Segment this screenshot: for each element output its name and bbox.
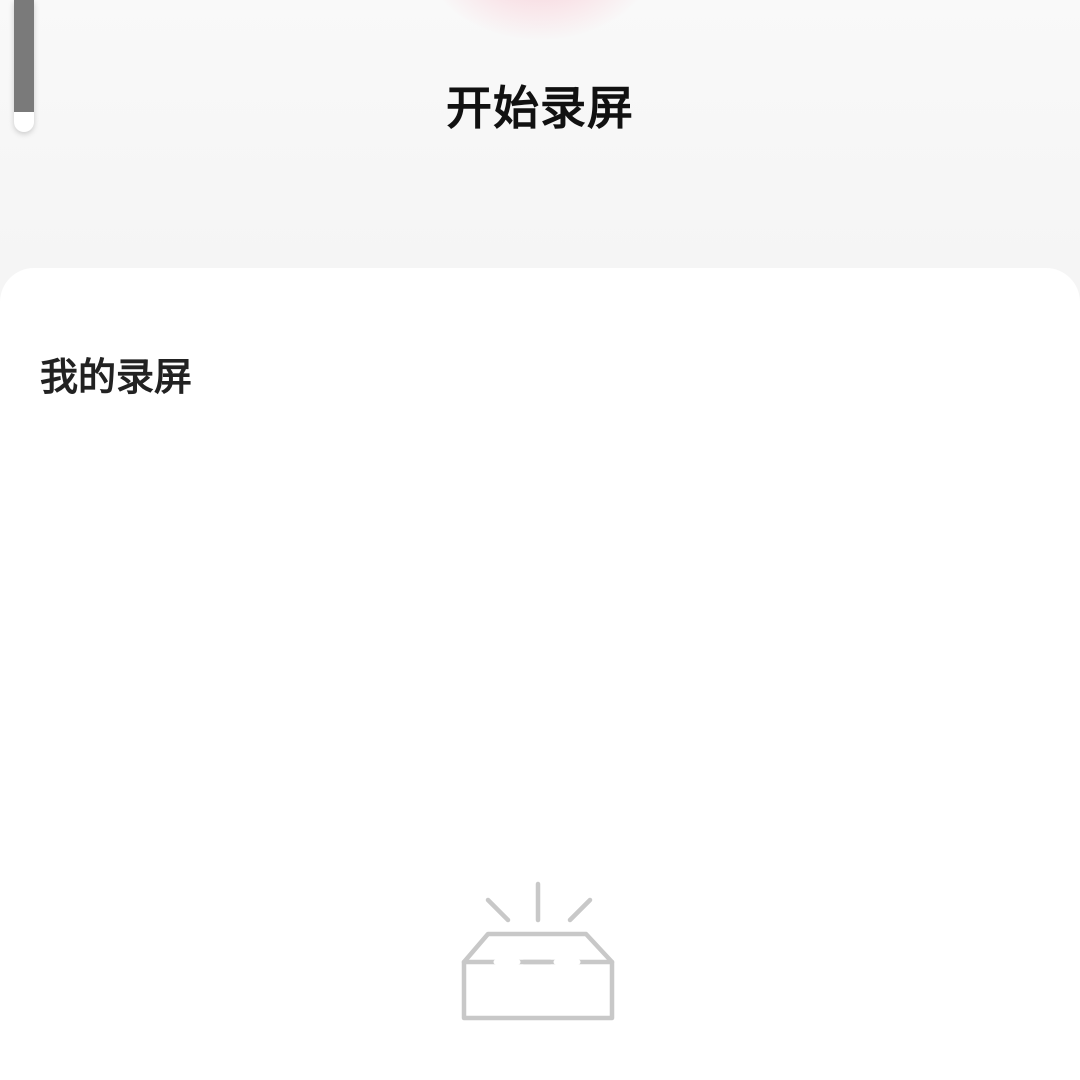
screen-recorder-page: 开始录屏 我的录屏 bbox=[0, 0, 1080, 1080]
record-button-icon[interactable] bbox=[420, 0, 660, 40]
start-recording-button[interactable]: 开始录屏 bbox=[0, 78, 1080, 138]
empty-box-icon bbox=[456, 880, 620, 1024]
my-recordings-panel: 我的录屏 bbox=[0, 268, 1080, 1080]
my-recordings-heading: 我的录屏 bbox=[40, 355, 193, 399]
